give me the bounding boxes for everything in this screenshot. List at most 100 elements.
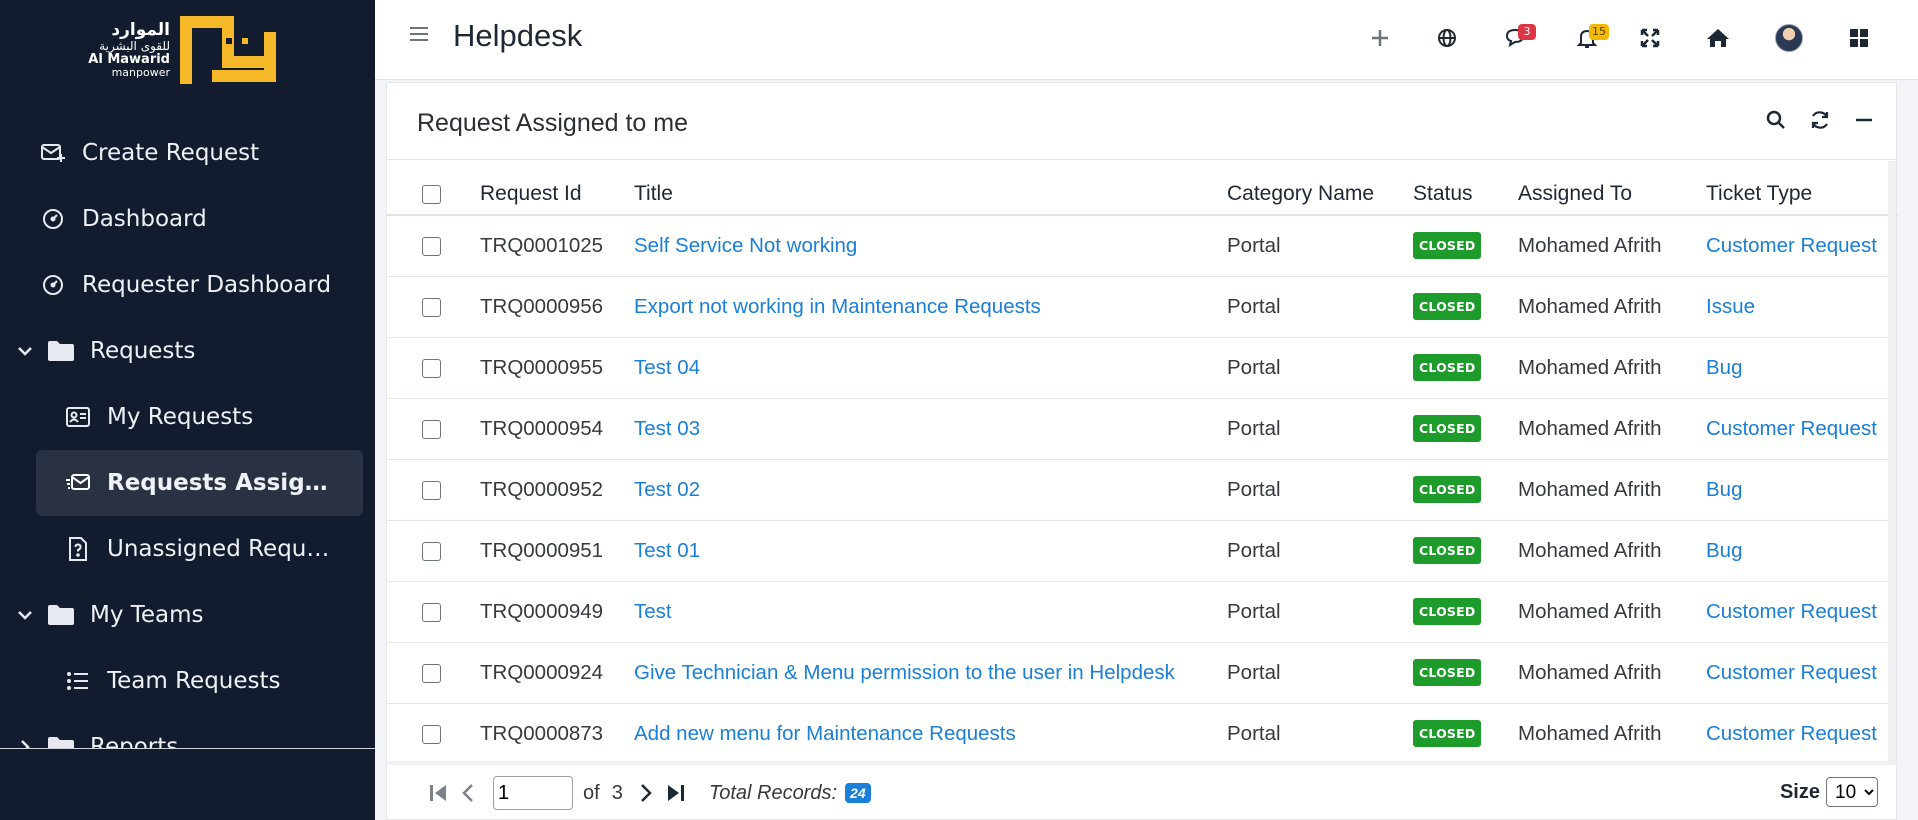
search-icon[interactable] bbox=[1758, 103, 1794, 137]
gauge-icon bbox=[38, 204, 68, 234]
table-row[interactable]: TRQ0000924 Give Technician & Menu permiss… bbox=[387, 642, 1898, 704]
sidebar-item-label: My Requests bbox=[107, 404, 254, 430]
page-number-input[interactable] bbox=[493, 776, 573, 810]
request-title-link[interactable]: Export not working in Maintenance Reques… bbox=[634, 295, 1041, 318]
row-checkbox[interactable] bbox=[422, 602, 441, 622]
column-header-request-id[interactable]: Request Id bbox=[480, 161, 634, 216]
title-cell: Test 03 bbox=[634, 398, 1227, 460]
next-page-icon[interactable] bbox=[631, 778, 661, 808]
request-title-link[interactable]: Give Technician & Menu permission to the… bbox=[634, 661, 1175, 684]
request-id-cell: TRQ0000956 bbox=[480, 276, 634, 338]
column-header-category[interactable]: Category Name bbox=[1227, 161, 1413, 216]
sidebar-item-team-requests[interactable]: Team Requests bbox=[0, 648, 375, 714]
row-select-cell bbox=[387, 642, 480, 704]
table-body: TRQ0001025 Self Service Not working Portal… bbox=[387, 215, 1898, 765]
table-row[interactable]: TRQ0000956 Export not working in Maintena… bbox=[387, 276, 1898, 338]
table-row[interactable]: TRQ0000951 Test 01 Portal CLOSED Mohamed Afr… bbox=[387, 520, 1898, 582]
column-header-title[interactable]: Title bbox=[634, 161, 1227, 216]
status-badge: CLOSED bbox=[1413, 659, 1482, 686]
sidebar-group-my-teams[interactable]: My Teams bbox=[0, 582, 375, 648]
first-page-icon[interactable] bbox=[423, 778, 453, 808]
sidebar-item-unassigned-requests[interactable]: Unassigned Reque... bbox=[0, 516, 375, 582]
table-row[interactable]: TRQ0000952 Test 02 Portal CLOSED Mohamed Afr… bbox=[387, 459, 1898, 521]
request-title-link[interactable]: Test 03 bbox=[634, 417, 700, 440]
table-row[interactable]: TRQ0001025 Self Service Not working Portal… bbox=[387, 215, 1898, 277]
row-checkbox[interactable] bbox=[422, 724, 441, 744]
ticket-type-link[interactable]: Bug bbox=[1706, 478, 1742, 501]
request-title-link[interactable]: Add new menu for Maintenance Requests bbox=[634, 722, 1016, 745]
requests-card: Request Assigned to me Request Id Title … bbox=[386, 82, 1898, 820]
request-id-cell: TRQ0001025 bbox=[480, 215, 634, 277]
requests-table: Request Id Title Category Name Status As… bbox=[387, 161, 1898, 765]
table-row[interactable]: TRQ0000954 Test 03 Portal CLOSED Mohamed Afr… bbox=[387, 398, 1898, 460]
chevron-down-icon bbox=[16, 345, 34, 357]
status-cell: CLOSED bbox=[1413, 642, 1518, 704]
column-header-ticket-type[interactable]: Ticket Type bbox=[1706, 161, 1898, 216]
column-header-assigned-to[interactable]: Assigned To bbox=[1518, 161, 1706, 216]
messages-icon[interactable]: 3 bbox=[1498, 20, 1536, 56]
ticket-type-link[interactable]: Customer Request bbox=[1706, 722, 1877, 745]
ticket-type-link[interactable]: Customer Request bbox=[1706, 417, 1877, 440]
previous-page-icon[interactable] bbox=[453, 778, 483, 808]
home-icon[interactable] bbox=[1700, 20, 1736, 56]
table-scrollbar[interactable] bbox=[1888, 161, 1896, 761]
request-id-cell: TRQ0000951 bbox=[480, 520, 634, 582]
logo-english-subtitle: manpower bbox=[111, 66, 170, 80]
ticket-type-cell: Issue bbox=[1706, 276, 1898, 338]
apps-grid-icon[interactable] bbox=[1841, 20, 1877, 56]
row-select-cell bbox=[387, 276, 480, 338]
assigned-to-cell: Mohamed Afrith bbox=[1518, 581, 1706, 643]
sidebar-group-requests[interactable]: Requests bbox=[0, 318, 375, 384]
sidebar-item-label: Requester Dashboard bbox=[82, 272, 332, 298]
last-page-icon[interactable] bbox=[661, 778, 691, 808]
row-checkbox[interactable] bbox=[422, 236, 441, 256]
table-row[interactable]: TRQ0000949 Test Portal CLOSED Mohamed Afrith… bbox=[387, 581, 1898, 643]
status-badge: CLOSED bbox=[1413, 537, 1482, 564]
refresh-icon[interactable] bbox=[1802, 103, 1838, 137]
status-cell: CLOSED bbox=[1413, 398, 1518, 460]
sidebar-item-label: Unassigned Reque... bbox=[107, 536, 337, 562]
user-avatar[interactable] bbox=[1771, 20, 1807, 56]
status-badge: CLOSED bbox=[1413, 476, 1482, 503]
globe-icon[interactable] bbox=[1429, 20, 1465, 56]
ticket-type-link[interactable]: Customer Request bbox=[1706, 661, 1877, 684]
sidebar-item-my-requests[interactable]: My Requests bbox=[0, 384, 375, 450]
select-all-checkbox[interactable] bbox=[422, 184, 441, 204]
title-cell: Test 04 bbox=[634, 337, 1227, 399]
ticket-type-link[interactable]: Customer Request bbox=[1706, 600, 1877, 623]
sidebar-item-dashboard[interactable]: Dashboard bbox=[0, 186, 375, 252]
fullscreen-icon[interactable] bbox=[1632, 20, 1668, 56]
request-title-link[interactable]: Test bbox=[634, 600, 672, 623]
sidebar-item-requester-dashboard[interactable]: Requester Dashboard bbox=[0, 252, 375, 318]
row-checkbox[interactable] bbox=[422, 358, 441, 378]
page-size-select[interactable]: 10 bbox=[1826, 777, 1878, 807]
ticket-type-link[interactable]: Bug bbox=[1706, 356, 1742, 379]
row-checkbox[interactable] bbox=[422, 480, 441, 500]
ticket-type-link[interactable]: Bug bbox=[1706, 539, 1742, 562]
title-cell: Test bbox=[634, 581, 1227, 643]
row-checkbox[interactable] bbox=[422, 419, 441, 439]
category-cell: Portal bbox=[1227, 276, 1413, 338]
request-title-link[interactable]: Test 02 bbox=[634, 478, 700, 501]
bell-icon[interactable]: 15 bbox=[1569, 20, 1609, 56]
request-title-link[interactable]: Self Service Not working bbox=[634, 234, 857, 257]
sidebar-item-create-request[interactable]: Create Request bbox=[0, 120, 375, 186]
file-question-icon bbox=[63, 534, 93, 564]
sidebar-item-requests-assigned[interactable]: Requests Assigned... bbox=[36, 450, 363, 516]
request-title-link[interactable]: Test 04 bbox=[634, 356, 700, 379]
row-checkbox[interactable] bbox=[422, 297, 441, 317]
table-row[interactable]: TRQ0000955 Test 04 Portal CLOSED Mohamed Afr… bbox=[387, 337, 1898, 399]
ticket-type-link[interactable]: Customer Request bbox=[1706, 234, 1877, 257]
row-checkbox[interactable] bbox=[422, 541, 441, 561]
company-logo[interactable]: الموارد للقوى البشرية Al Mawarid manpowe… bbox=[80, 12, 290, 88]
ticket-type-link[interactable]: Issue bbox=[1706, 295, 1755, 318]
add-icon[interactable] bbox=[1362, 20, 1398, 56]
table-row[interactable]: TRQ0000873 Add new menu for Maintenance R… bbox=[387, 703, 1898, 765]
collapse-icon[interactable] bbox=[1846, 103, 1882, 137]
total-records-badge: 24 bbox=[845, 783, 871, 803]
row-checkbox[interactable] bbox=[422, 663, 441, 683]
total-pages: 3 bbox=[611, 781, 623, 804]
category-cell: Portal bbox=[1227, 398, 1413, 460]
request-title-link[interactable]: Test 01 bbox=[634, 539, 700, 562]
column-header-status[interactable]: Status bbox=[1413, 161, 1518, 216]
